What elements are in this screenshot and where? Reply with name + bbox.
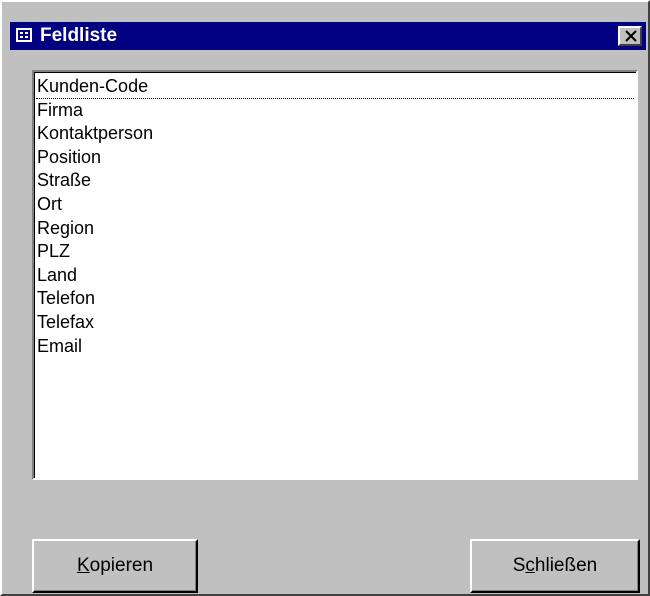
field-listbox[interactable]: Kunden-Code Firma Kontaktperson Position Str…: [32, 70, 638, 480]
field-list-item[interactable]: Straße: [36, 169, 634, 193]
field-list-icon: [16, 28, 32, 42]
copy-button-label: Kopieren: [76, 555, 154, 576]
close-dialog-button-label: Schließen: [512, 555, 598, 576]
field-list-item[interactable]: Land: [36, 264, 634, 288]
field-list-item[interactable]: Telefon: [36, 287, 634, 311]
close-dialog-button[interactable]: Schließen: [470, 539, 640, 593]
close-icon: [625, 30, 637, 42]
copy-button[interactable]: Kopieren: [32, 539, 198, 593]
field-list-item[interactable]: Region: [36, 217, 634, 241]
field-list-item[interactable]: Ort: [36, 193, 634, 217]
close-button[interactable]: [618, 26, 642, 46]
field-list: Kunden-Code Firma Kontaktperson Position Str…: [36, 75, 634, 358]
field-list-item[interactable]: Kunden-Code: [36, 75, 634, 99]
title-bar[interactable]: Feldliste: [10, 22, 646, 50]
field-list-item[interactable]: PLZ: [36, 240, 634, 264]
field-list-item[interactable]: Telefax: [36, 311, 634, 335]
field-list-item[interactable]: Position: [36, 146, 634, 170]
field-list-item[interactable]: Firma: [36, 99, 634, 123]
field-list-item[interactable]: Kontaktperson: [36, 122, 634, 146]
window-title: Feldliste: [40, 25, 118, 46]
field-list-item[interactable]: Email: [36, 335, 634, 359]
field-list-dialog: Feldliste Kunden-Code Firma Kontaktperson P…: [0, 0, 650, 596]
